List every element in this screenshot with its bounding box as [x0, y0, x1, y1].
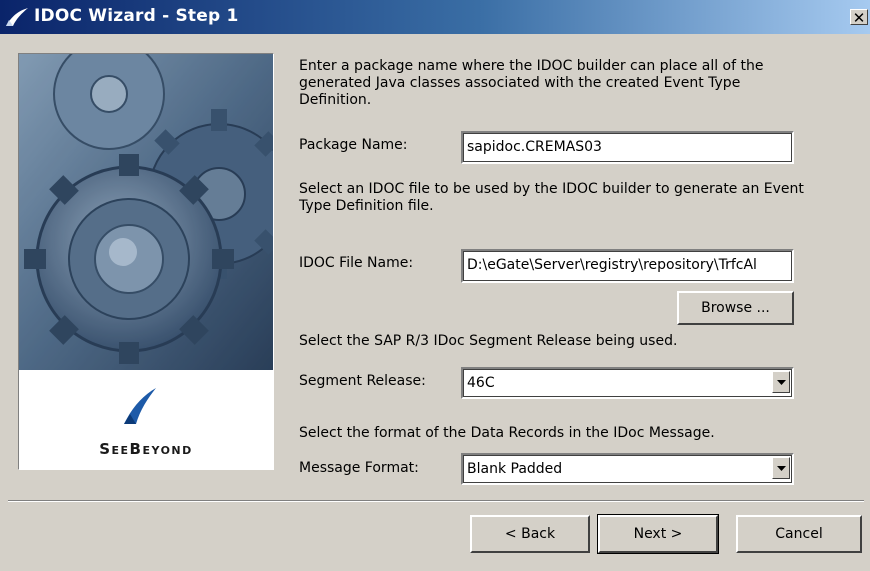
seebeyond-logo-text: SeeBeyond	[99, 440, 193, 458]
message-format-select[interactable]: Blank Padded	[461, 453, 794, 485]
package-name-input[interactable]: sapidoc.CREMAS03	[461, 131, 794, 164]
browse-button-label: Browse ...	[701, 300, 770, 316]
idoc-file-instructions: Select an IDOC file to be used by the ID…	[299, 181, 804, 214]
wizard-image-panel: SeeBeyond	[18, 53, 274, 470]
package-name-value: sapidoc.CREMAS03	[467, 139, 602, 155]
chevron-down-icon[interactable]	[772, 371, 790, 393]
gears-illustration	[19, 54, 273, 370]
message-format-value: Blank Padded	[467, 461, 563, 477]
idoc-file-name-label: IDOC File Name:	[299, 255, 414, 271]
wizard-icon	[6, 8, 28, 26]
window-title: IDOC Wizard - Step 1	[34, 6, 239, 26]
segment-release-label: Segment Release:	[299, 373, 426, 389]
footer-separator	[8, 500, 864, 502]
package-name-label: Package Name:	[299, 137, 408, 153]
title-bar: IDOC Wizard - Step 1 ✕	[0, 0, 870, 34]
back-button-label: < Back	[504, 526, 556, 542]
idoc-file-name-input[interactable]: D:\eGate\Server\registry\repository\Trfc…	[461, 249, 794, 283]
cancel-button-label: Cancel	[775, 526, 823, 542]
format-instructions: Select the format of the Data Records in…	[299, 425, 715, 441]
segment-instructions: Select the SAP R/3 IDoc Segment Release …	[299, 333, 678, 349]
close-icon: ✕	[852, 9, 866, 27]
cancel-button[interactable]: Cancel	[736, 515, 862, 553]
seebeyond-swoosh-icon	[124, 388, 156, 424]
next-button-label: Next >	[633, 526, 683, 542]
close-button[interactable]: ✕	[850, 9, 868, 27]
chevron-down-icon[interactable]	[772, 457, 790, 479]
browse-button[interactable]: Browse ...	[677, 291, 794, 325]
package-instructions: Enter a package name where the IDOC buil…	[299, 58, 764, 108]
segment-release-select[interactable]: 46C	[461, 367, 794, 399]
back-button[interactable]: < Back	[470, 515, 590, 553]
next-button[interactable]: Next >	[597, 514, 719, 554]
message-format-label: Message Format:	[299, 460, 419, 476]
logo-area: SeeBeyond	[19, 370, 273, 469]
idoc-file-name-value: D:\eGate\Server\registry\repository\Trfc…	[467, 257, 757, 273]
segment-release-value: 46C	[467, 375, 495, 391]
